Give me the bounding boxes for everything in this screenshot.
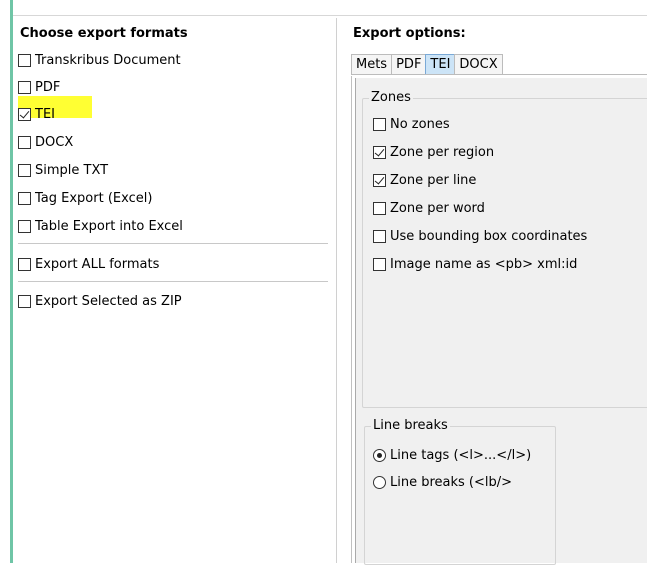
line-breaks-group: Line breaks Line tags (<l>...</l>) Line … [364, 418, 556, 565]
checkbox-box[interactable] [373, 201, 386, 215]
format-tei-checkbox[interactable]: TEI [18, 104, 55, 124]
image-name-id-checkbox[interactable]: Image name as <pb> xml:id [373, 254, 577, 274]
format-label: Transkribus Document [35, 52, 181, 68]
export-all-label: Export ALL formats [35, 256, 160, 272]
format-tag-excel-checkbox[interactable]: Tag Export (Excel) [18, 188, 152, 208]
zone-option-label: Zone per word [390, 200, 485, 216]
zone-option-label: Image name as <pb> xml:id [390, 256, 578, 272]
radio-button[interactable] [373, 475, 386, 489]
checkbox-box[interactable] [18, 135, 31, 149]
checkbox-box[interactable] [18, 219, 31, 233]
tab-docx[interactable]: DOCX [454, 54, 503, 74]
radio-button-selected[interactable] [373, 448, 386, 462]
zone-per-line-checkbox[interactable]: Zone per line [373, 170, 476, 190]
checkbox-box[interactable] [18, 163, 31, 177]
checkbox-box-checked[interactable] [18, 107, 31, 121]
checkbox-box[interactable] [18, 257, 31, 271]
checkbox-box[interactable] [18, 191, 31, 205]
checkbox-box[interactable] [18, 80, 31, 94]
checkbox-box-checked[interactable] [373, 173, 386, 187]
export-zip-checkbox[interactable]: Export Selected as ZIP [18, 291, 182, 311]
format-label: PDF [35, 79, 61, 95]
zone-per-region-checkbox[interactable]: Zone per region [373, 142, 494, 162]
export-options-tabs: Mets PDF TEI DOCX [351, 54, 647, 75]
zone-option-label: Use bounding box coordinates [390, 228, 588, 244]
export-options-panel: Export options: Mets PDF TEI DOCX Zones … [345, 18, 647, 565]
tab-mets[interactable]: Mets [351, 54, 393, 74]
format-label: TEI [35, 106, 55, 122]
format-transkribus-checkbox[interactable]: Transkribus Document [18, 50, 181, 70]
zone-per-word-checkbox[interactable]: Zone per word [373, 198, 485, 218]
tei-tab-content: Zones No zones Zone per region Zone per … [351, 76, 647, 565]
zone-option-label: Zone per region [390, 144, 495, 160]
top-divider [13, 15, 647, 16]
checkbox-box[interactable] [373, 229, 386, 243]
checkbox-box-checked[interactable] [373, 145, 386, 159]
export-formats-panel: Choose export formats Transkribus Docume… [18, 18, 337, 563]
tab-tei[interactable]: TEI [425, 54, 456, 74]
export-options-title: Export options: [353, 26, 466, 41]
bounding-box-checkbox[interactable]: Use bounding box coordinates [373, 226, 587, 246]
line-tags-radio[interactable]: Line tags (<l>...</l>) [373, 445, 531, 465]
format-pdf-checkbox[interactable]: PDF [18, 77, 60, 97]
zones-group: Zones No zones Zone per region Zone per … [362, 90, 647, 408]
format-table-excel-checkbox[interactable]: Table Export into Excel [18, 216, 183, 236]
separator [18, 243, 328, 244]
checkbox-box[interactable] [373, 117, 386, 131]
window-edge-accent [10, 0, 13, 563]
checkbox-box[interactable] [18, 53, 31, 67]
format-label: Table Export into Excel [35, 218, 183, 234]
zone-none-checkbox[interactable]: No zones [373, 114, 450, 134]
format-label: DOCX [35, 134, 74, 150]
export-all-checkbox[interactable]: Export ALL formats [18, 254, 159, 274]
radio-label: Line tags (<l>...</l>) [390, 447, 532, 463]
line-breaks-radio[interactable]: Line breaks (<lb/> [373, 472, 512, 492]
checkbox-box[interactable] [373, 257, 386, 271]
format-txt-checkbox[interactable]: Simple TXT [18, 160, 108, 180]
format-docx-checkbox[interactable]: DOCX [18, 132, 73, 152]
export-formats-title: Choose export formats [20, 26, 188, 41]
zone-option-label: Zone per line [390, 172, 477, 188]
export-zip-label: Export Selected as ZIP [35, 293, 182, 309]
separator [18, 281, 328, 282]
format-label: Tag Export (Excel) [35, 190, 153, 206]
line-breaks-legend: Line breaks [371, 418, 450, 434]
tei-options-area: Zones No zones Zone per region Zone per … [355, 78, 647, 565]
checkbox-box[interactable] [18, 294, 31, 308]
zones-legend: Zones [369, 90, 413, 106]
format-label: Simple TXT [35, 162, 109, 178]
zone-option-label: No zones [390, 116, 450, 132]
radio-label: Line breaks (<lb/> [390, 474, 513, 490]
tab-pdf[interactable]: PDF [391, 54, 427, 74]
